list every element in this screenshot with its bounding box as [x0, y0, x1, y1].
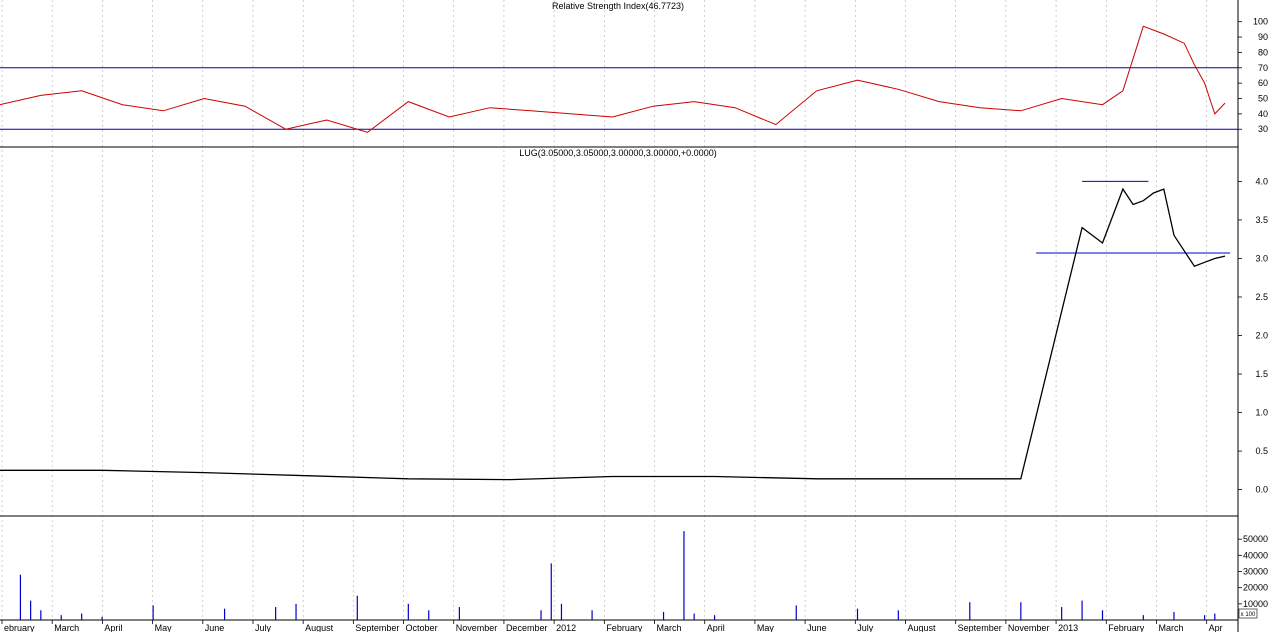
x-tick-label: September [355, 623, 399, 632]
x-tick-label: August [907, 623, 936, 632]
x-tick-label: October [406, 623, 438, 632]
y-tick-label: 2.5 [1255, 292, 1268, 302]
y-tick-label: 4.0 [1255, 176, 1268, 186]
y-tick-label: 3.0 [1255, 253, 1268, 263]
x-tick-label: May [757, 623, 775, 632]
price-title: LUG(3.05000,3.05000,3.00000,3.00000,+0.0… [519, 148, 716, 158]
x-tick-label: November [1008, 623, 1050, 632]
y-tick-label: 1.0 [1255, 408, 1268, 418]
y-tick-label: 20000 [1243, 583, 1268, 593]
x-tick-label: August [305, 623, 334, 632]
y-tick-label: 2.0 [1255, 331, 1268, 341]
y-tick-label: 50000 [1243, 534, 1268, 544]
x-tick-label: 2012 [556, 623, 576, 632]
x-tick-label: February [606, 623, 643, 632]
rsi-title: Relative Strength Index(46.7723) [552, 1, 684, 11]
y-tick-label: 3.5 [1255, 215, 1268, 225]
stock-chart: Relative Strength Index(46.7723) 100 90 80… [0, 0, 1272, 632]
x-tick-label: September [958, 623, 1002, 632]
y-tick-label: 80 [1258, 47, 1268, 57]
x-tick-label: December [506, 623, 548, 632]
x-tick-label: February [1108, 623, 1145, 632]
x-tick-label: June [205, 623, 225, 632]
y-tick-label: 0.5 [1255, 446, 1268, 456]
x-tick-label: March [1158, 623, 1183, 632]
x-tick-label: March [54, 623, 79, 632]
y-tick-label: 10000 [1243, 599, 1268, 609]
y-tick-label: 90 [1258, 32, 1268, 42]
x-tick-label: May [155, 623, 173, 632]
x-tick-label: July [255, 623, 272, 632]
x-tick-label: Apr [1209, 623, 1223, 632]
x-tick-label: March [657, 623, 682, 632]
y-tick-label: 70 [1258, 63, 1268, 73]
x-tick-label: June [807, 623, 827, 632]
y-tick-label: 100 [1253, 17, 1268, 27]
y-tick-label: 0.0 [1255, 485, 1268, 495]
y-tick-label: 30000 [1243, 567, 1268, 577]
y-tick-label: 50 [1258, 94, 1268, 104]
x-tick-label: April [104, 623, 122, 632]
volume-scale-label: x 100 [1241, 612, 1256, 618]
y-tick-label: 1.5 [1255, 369, 1268, 379]
x-tick-label: April [707, 623, 725, 632]
x-tick-label: July [857, 623, 874, 632]
y-tick-label: 60 [1258, 78, 1268, 88]
x-tick-label: ebruary [4, 623, 35, 632]
y-tick-label: 30 [1258, 124, 1268, 134]
y-tick-label: 40 [1258, 109, 1268, 119]
y-tick-label: 40000 [1243, 550, 1268, 560]
x-tick-label: 2013 [1058, 623, 1078, 632]
x-tick-label: November [456, 623, 498, 632]
